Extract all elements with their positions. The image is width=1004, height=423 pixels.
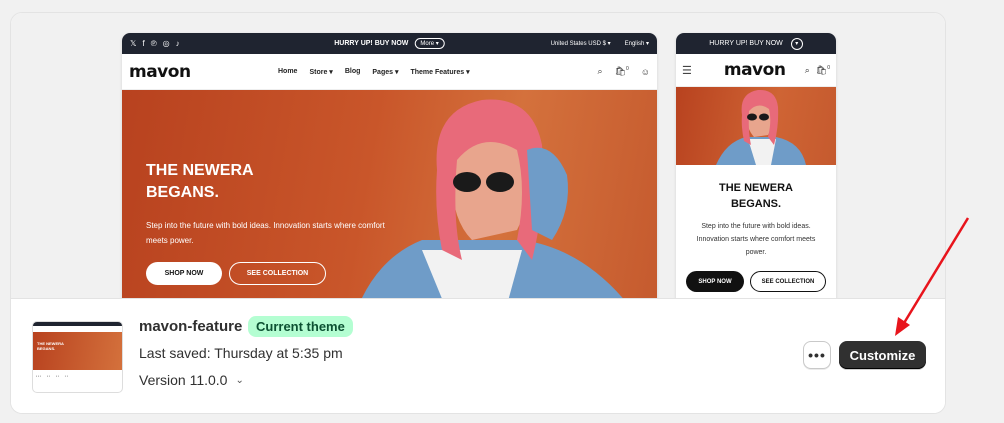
facebook-icon: f <box>142 39 145 48</box>
see-collection-button: SEE COLLECTION <box>229 262 326 285</box>
theme-thumbnail[interactable]: THE NEWERA BEGANS. ▪ ▪ ▪ ▪ ▪ ▪ ▪ ▪ ▪ <box>32 321 123 393</box>
theme-name: mavon-feature <box>139 318 243 335</box>
more-actions-button[interactable]: ••• <box>803 341 831 369</box>
theme-card: 𝕏 f ℗ ◎ ♪ HURRY UP! BUY NOW More ▾ Unite… <box>10 12 946 414</box>
more-pill: More ▾ <box>414 38 445 49</box>
mobile-shop-now-button: SHOP NOW <box>686 271 744 292</box>
desktop-preview: 𝕏 f ℗ ◎ ♪ HURRY UP! BUY NOW More ▾ Unite… <box>122 33 657 298</box>
x-icon: 𝕏 <box>130 39 137 48</box>
hero-text: Step into the future with bold ideas. In… <box>146 221 385 245</box>
account-icon: ☺ <box>640 66 650 77</box>
store-header: mavon Home Store ▾ Blog Pages ▾ Theme Fe… <box>122 54 657 90</box>
chevron-down-icon: ⌄ <box>235 374 244 386</box>
language-selector: English ▾ <box>624 41 649 47</box>
mobile-header: ☰ mavon ⌕ 🛍0 <box>676 54 836 87</box>
pinterest-icon: ℗ <box>150 39 157 48</box>
nav-home: Home <box>278 67 298 75</box>
mobile-hero-image <box>676 87 836 165</box>
instagram-icon: ◎ <box>162 39 170 48</box>
mobile-announcement-text: HURRY UP! BUY NOW <box>709 40 783 47</box>
search-icon: ⌕ <box>597 66 603 76</box>
theme-info-bar: THE NEWERA BEGANS. ▪ ▪ ▪ ▪ ▪ ▪ ▪ ▪ ▪ mavon-f… <box>11 298 945 413</box>
mobile-model-image <box>716 89 806 165</box>
version-label: Version 11.0.0 <box>139 372 228 388</box>
theme-preview-area: 𝕏 f ℗ ◎ ♪ HURRY UP! BUY NOW More ▾ Unite… <box>11 13 945 298</box>
store-nav: Home Store ▾ Blog Pages ▾ Theme Features… <box>278 68 470 76</box>
cart-icon: 🛍0 <box>614 66 629 76</box>
nav-store: Store ▾ <box>309 68 333 76</box>
announcement-text: HURRY UP! BUY NOW <box>334 40 409 47</box>
version-dropdown[interactable]: Version 11.0.0 ⌄ <box>139 372 244 388</box>
mobile-search-icon: ⌕ <box>804 64 810 75</box>
social-icons: 𝕏 f ℗ ◎ ♪ <box>130 39 180 48</box>
nav-blog: Blog <box>344 67 361 75</box>
mobile-see-collection-button: SEE COLLECTION <box>750 271 826 292</box>
hero-banner: THE NEWERA BEGANS. Step into the future … <box>122 90 657 298</box>
mobile-store-logo: mavon <box>723 60 786 80</box>
menu-icon: ☰ <box>682 64 692 77</box>
announcement-bar: 𝕏 f ℗ ◎ ♪ HURRY UP! BUY NOW More ▾ Unite… <box>122 33 657 54</box>
mobile-announcement-bar: HURRY UP! BUY NOW ▾ <box>676 33 836 54</box>
mobile-cart-icon: 🛍0 <box>815 64 830 75</box>
current-theme-badge: Current theme <box>248 316 353 337</box>
chevron-down-icon: ▾ <box>790 37 803 50</box>
nav-theme-features: Theme Features ▾ <box>410 68 470 76</box>
tiktok-icon: ♪ <box>175 39 180 48</box>
currency-selector: United States USD $ ▾ <box>550 41 611 47</box>
customize-button[interactable]: Customize <box>839 341 926 369</box>
store-logo: mavon <box>129 61 191 82</box>
shop-now-button: SHOP NOW <box>146 262 222 285</box>
last-saved-text: Last saved: Thursday at 5:35 pm <box>139 345 343 361</box>
mobile-hero-text: Step into the future with bold ideas. In… <box>696 223 816 256</box>
nav-pages: Pages ▾ <box>372 68 399 76</box>
mobile-hero-title: THE NEWERA BEGANS. <box>719 182 793 210</box>
hero-title: THE NEWERA BEGANS. <box>146 162 253 201</box>
mobile-preview: HURRY UP! BUY NOW ▾ ☰ mavon ⌕ 🛍0 THE NEW… <box>676 33 836 298</box>
